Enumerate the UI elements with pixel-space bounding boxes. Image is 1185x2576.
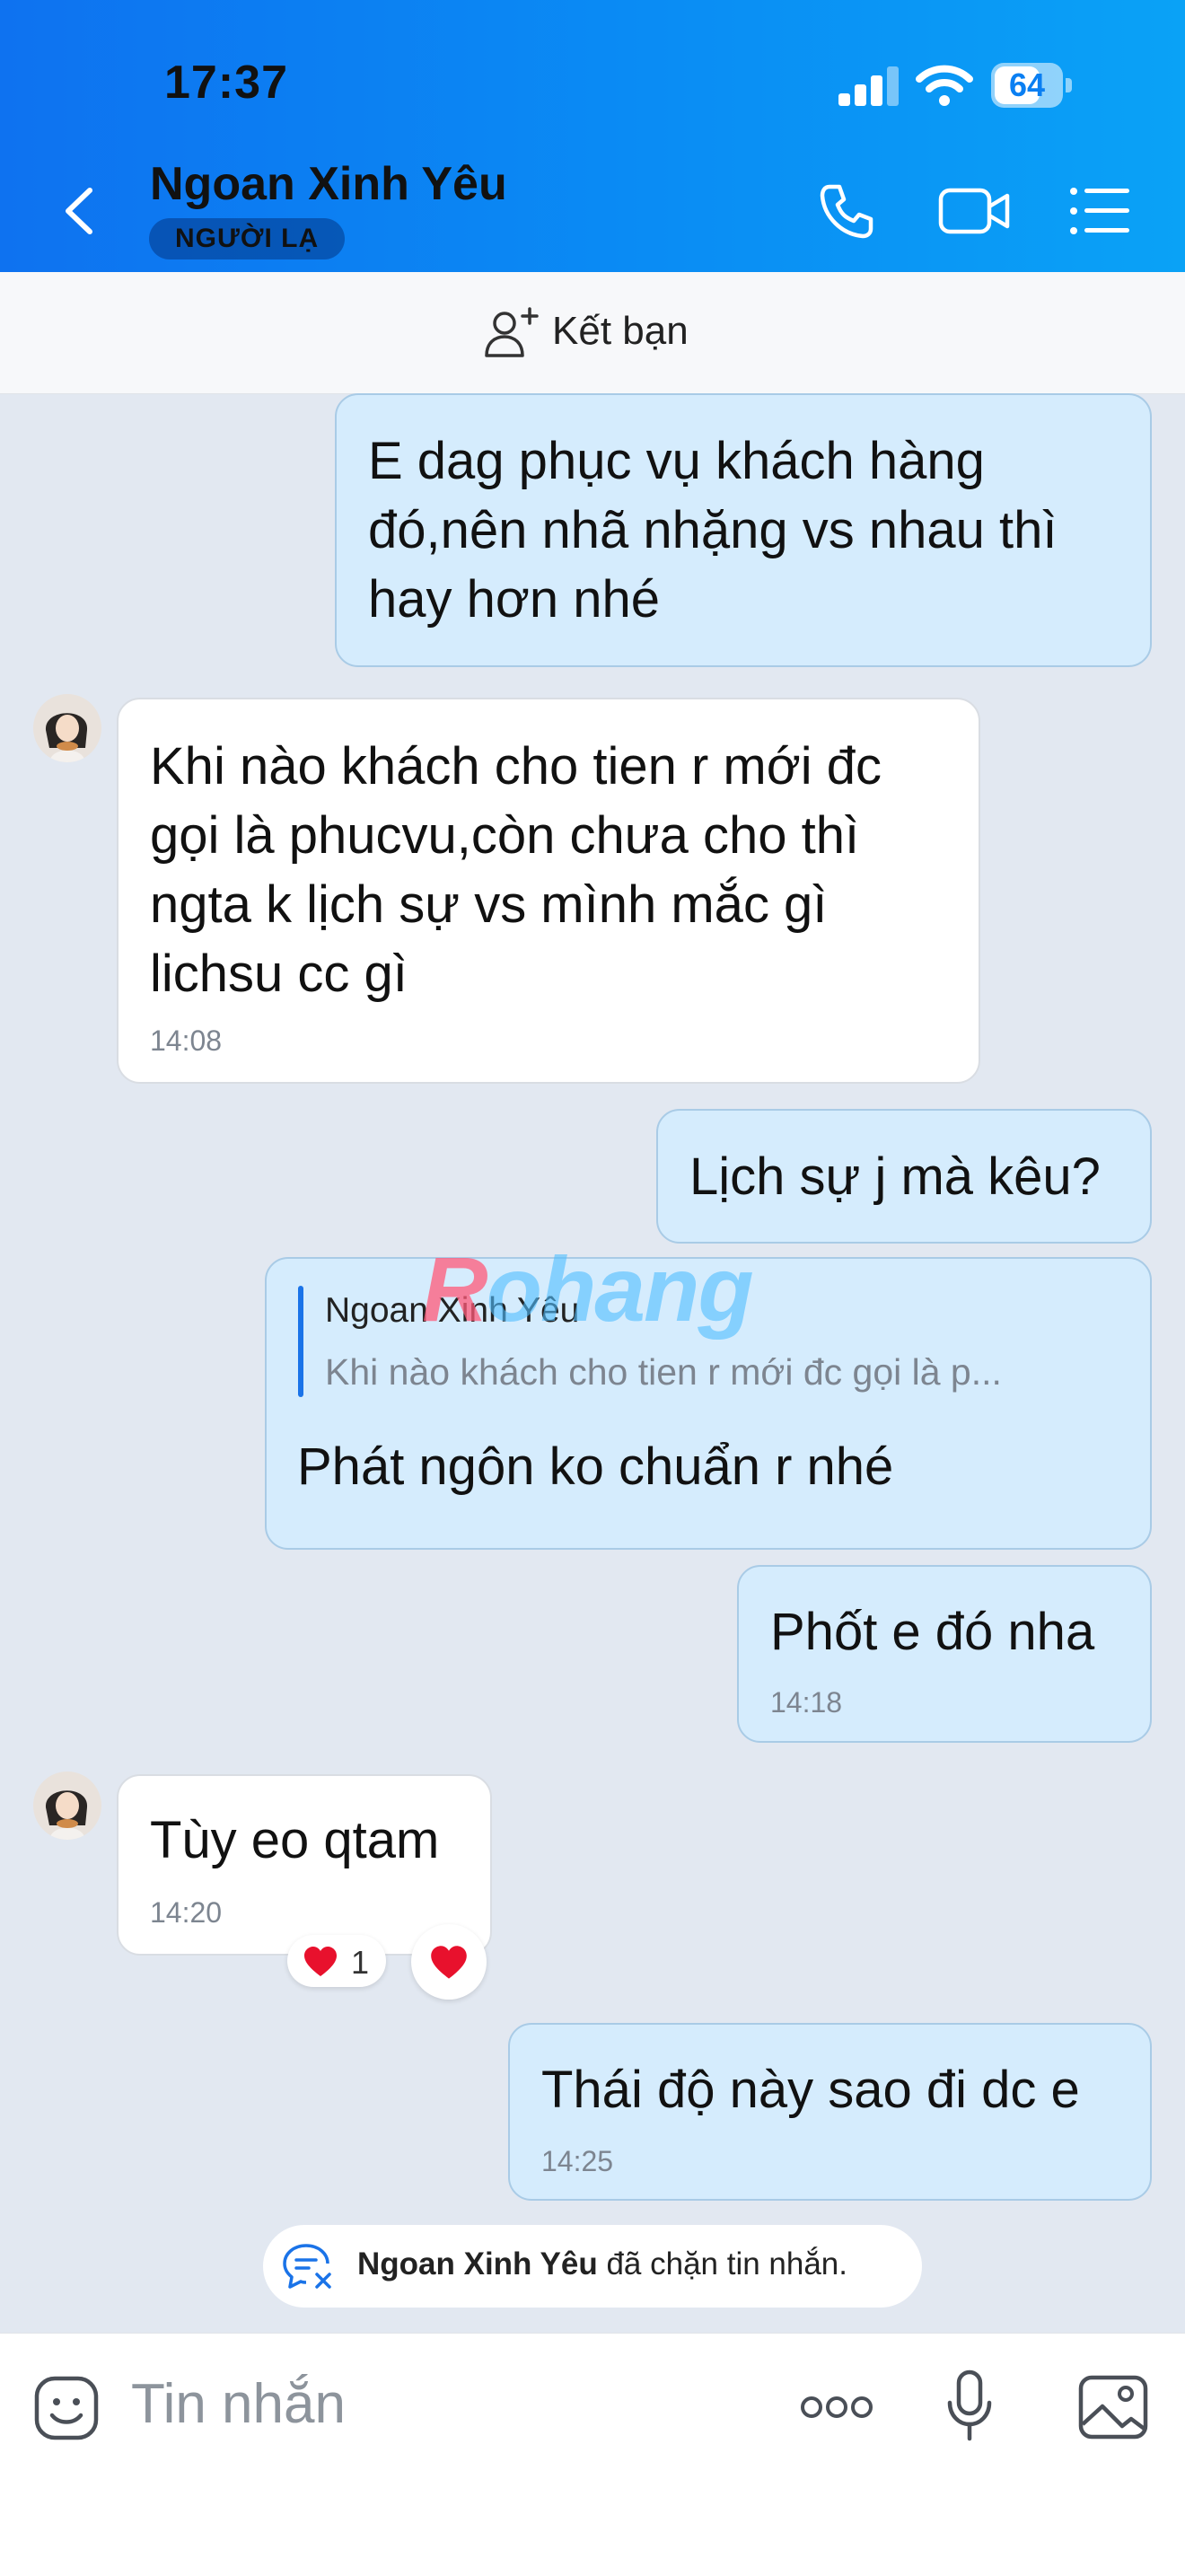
outgoing-message[interactable]: Lịch sự j mà kêu?: [656, 1109, 1152, 1244]
message-time: 14:18: [770, 1686, 843, 1719]
sticker-icon[interactable]: [32, 2374, 101, 2442]
quote-text: Khi nào khách cho tien r mới đc gọi là p…: [325, 1351, 1002, 1393]
message-line: hay hơn nhé: [368, 570, 661, 629]
outgoing-message[interactable]: E dag phục vụ khách hàng đó,nên nhã nhặn…: [335, 393, 1152, 667]
cellular-signal-icon: [838, 66, 899, 106]
contact-avatar[interactable]: [33, 694, 101, 762]
back-chevron-icon[interactable]: [54, 180, 108, 242]
message-input[interactable]: Tin nhắn: [131, 2372, 346, 2436]
battery-level: 64: [1008, 66, 1046, 103]
message-line: Tùy eo qtam: [150, 1811, 440, 1869]
status-time: 17:37: [164, 57, 288, 109]
watermark-logo: Rohang: [422, 1238, 754, 1341]
heart-icon: [431, 1946, 467, 1979]
react-button[interactable]: [411, 1924, 487, 2000]
message-time: 14:20: [150, 1896, 223, 1929]
phone-icon[interactable]: [815, 180, 878, 242]
microphone-icon[interactable]: [943, 2369, 996, 2446]
message-time: 14:25: [541, 2145, 614, 2177]
battery-icon: 64: [991, 63, 1072, 108]
message-line: gọi là phucvu,còn chưa cho thì: [150, 806, 860, 865]
contact-avatar[interactable]: [33, 1772, 101, 1840]
message-line: lichsu cc gì: [150, 945, 408, 1003]
blocked-contact-name: Ngoan Xinh Yêu: [357, 2246, 598, 2281]
message-line: Khi nào khách cho tien r mới đc: [150, 737, 882, 796]
contact-name[interactable]: Ngoan Xinh Yêu: [150, 157, 507, 211]
message-line: Lịch sự j mà kêu?: [689, 1147, 1101, 1206]
add-person-icon[interactable]: [483, 305, 540, 359]
more-dots-icon[interactable]: [799, 2393, 874, 2422]
outgoing-message[interactable]: Phốt e đó nha 14:18: [737, 1565, 1152, 1743]
message-time: 14:08: [150, 1024, 223, 1057]
menu-list-icon[interactable]: [1068, 184, 1133, 238]
quote-bar: [298, 1286, 303, 1397]
blocked-message: đã chặn tin nhắn.: [597, 2246, 847, 2281]
image-icon[interactable]: [1077, 2374, 1149, 2440]
message-line: Phát ngôn ko chuẩn r nhé: [297, 1437, 894, 1496]
heart-icon: [304, 1947, 337, 1976]
blocked-notice-text: Ngoan Xinh Yêu đã chặn tin nhắn.: [357, 2246, 847, 2282]
wifi-icon: [916, 65, 973, 106]
message-line: đó,nên nhã nhặng vs nhau thì: [368, 501, 1058, 559]
video-camera-icon[interactable]: [937, 180, 1013, 242]
stranger-badge: NGƯỜI LẠ: [149, 218, 346, 259]
message-line: Phốt e đó nha: [770, 1603, 1095, 1661]
blocked-chat-icon: [283, 2244, 331, 2289]
reaction-summary[interactable]: 1: [287, 1935, 386, 1987]
reaction-count: 1: [351, 1944, 370, 1981]
add-friend-label[interactable]: Kết bạn: [552, 309, 689, 354]
message-line: Thái độ này sao đi dc e: [541, 2061, 1080, 2119]
message-line: ngta k lịch sự vs mình mắc gì: [150, 875, 828, 934]
outgoing-message[interactable]: Thái độ này sao đi dc e 14:25: [508, 2023, 1152, 2201]
message-composer: [0, 2333, 1185, 2576]
message-line: E dag phục vụ khách hàng: [368, 432, 985, 490]
incoming-message[interactable]: Khi nào khách cho tien r mới đc gọi là p…: [117, 698, 980, 1084]
